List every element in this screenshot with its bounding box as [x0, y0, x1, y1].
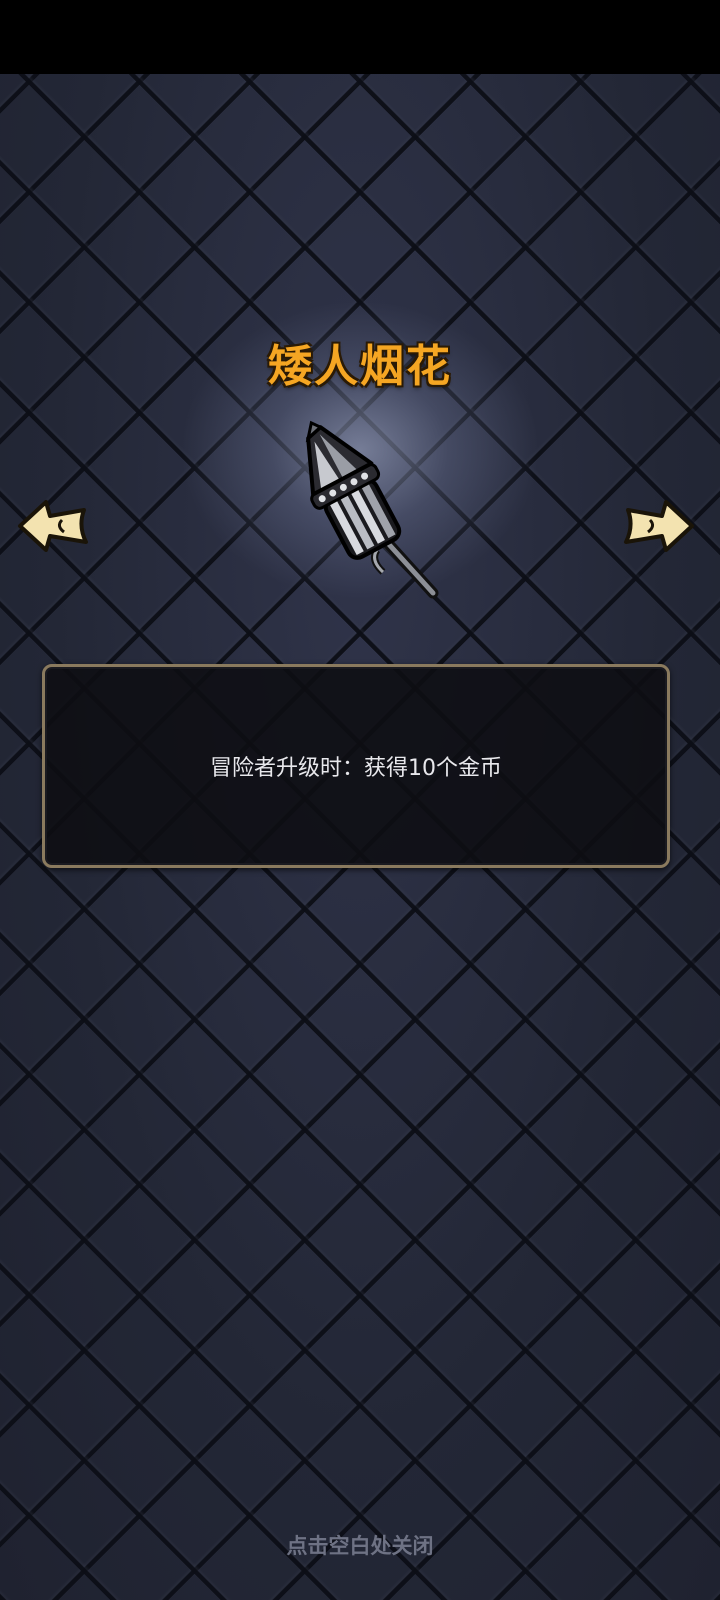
item-title: 矮人烟花: [268, 341, 452, 392]
previous-item-arrow[interactable]: [16, 498, 92, 554]
firework-rocket-icon: [305, 420, 439, 599]
item-description: 冒险者升级时：获得10个金币: [210, 756, 502, 781]
tap-blank-to-close-hint: 点击空白处关闭: [286, 1534, 434, 1558]
next-item-arrow[interactable]: [620, 498, 696, 554]
item-description-panel: 冒险者升级时：获得10个金币: [42, 664, 670, 868]
status-bar: [0, 0, 720, 74]
